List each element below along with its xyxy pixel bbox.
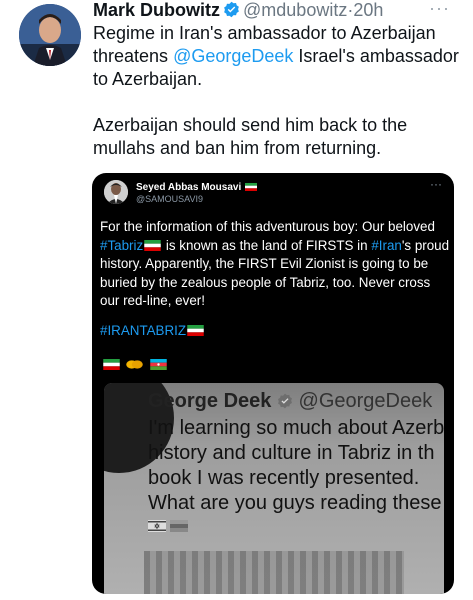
author-name[interactable]: Mark Dubowitz <box>93 0 220 20</box>
screenshot-line: history and culture in Tabriz in th <box>148 442 435 464</box>
verified-badge-icon <box>224 1 239 18</box>
tweet-paragraph-2: Azerbaijan should send him back to the m… <box>93 115 408 158</box>
quoted-text: For the information of this adventurous … <box>100 219 435 234</box>
iran-flag-icon <box>144 239 161 251</box>
tweet-paragraph-1: Regime in Iran's ambassador to Azerbaija… <box>93 22 463 91</box>
emoji-row <box>102 356 168 374</box>
screenshot-book-image <box>144 551 404 594</box>
screenshot-author-name: George Deek <box>148 390 272 412</box>
verified-badge-icon <box>278 393 292 409</box>
hashtag-irantabriz[interactable]: #IRANTABRIZ <box>100 323 186 338</box>
iran-flag-icon <box>103 359 120 370</box>
screenshot-emoji-row <box>148 519 189 537</box>
quoted-author-header: Seyed Abbas Mousavi <box>136 182 258 193</box>
quoted-text: is known as the land of FIRSTS in <box>162 237 372 253</box>
author-avatar[interactable] <box>19 4 81 66</box>
hashtag-iran[interactable]: #Iran <box>371 238 402 253</box>
iran-flag-icon <box>245 183 258 191</box>
screenshot-header: George Deek @GeorgeDeek <box>148 390 432 413</box>
screenshot-line: I'm learning so much about Azerb <box>148 417 444 439</box>
quoted-author-avatar[interactable] <box>104 180 128 204</box>
embedded-screenshot-image[interactable]: George Deek @GeorgeDeek I'm learning so … <box>104 383 444 594</box>
quoted-author-handle[interactable]: @SAMOUSAVI9 <box>136 194 203 204</box>
screenshot-line: What are you guys reading these <box>148 492 442 514</box>
quoted-tweet-text: For the information of this adventurous … <box>100 218 450 311</box>
handshake-icon <box>126 360 144 369</box>
iran-flag-icon <box>187 325 204 336</box>
tweet-header: Mark Dubowitz @mdubowitz·20h <box>93 0 383 21</box>
quoted-tweet-card[interactable]: Seyed Abbas Mousavi @SAMOUSAVI9 ··· For … <box>92 173 454 594</box>
azerbaijan-flag-icon <box>170 520 189 532</box>
mention-link[interactable]: @GeorgeDeek <box>173 46 293 66</box>
screenshot-author-handle: @GeorgeDeek <box>298 390 433 412</box>
israel-flag-icon <box>148 520 166 532</box>
quoted-hashtag-line: #IRANTABRIZ <box>100 323 205 338</box>
author-handle[interactable]: @mdubowitz <box>243 0 347 20</box>
more-options-icon[interactable]: ··· <box>429 0 450 19</box>
screenshot-line: book I was recently presented. <box>148 467 420 489</box>
hashtag-tabriz[interactable]: #Tabriz <box>100 238 143 253</box>
quoted-more-icon[interactable]: ··· <box>430 177 442 191</box>
quoted-author-name[interactable]: Seyed Abbas Mousavi <box>136 182 241 193</box>
tweet-time[interactable]: 20h <box>353 0 383 20</box>
azerbaijan-flag-icon <box>150 359 167 370</box>
tweet-body: Regime in Iran's ambassador to Azerbaija… <box>93 22 463 160</box>
